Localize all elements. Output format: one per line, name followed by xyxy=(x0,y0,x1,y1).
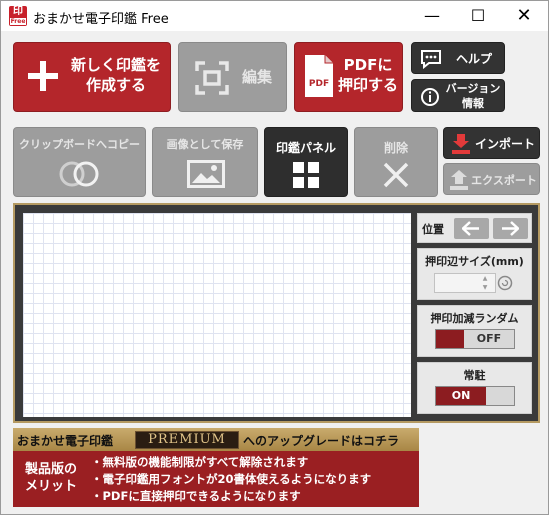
pdf-stamp-label: PDFに 押印する xyxy=(337,56,398,94)
resident-label: 常駐 xyxy=(463,369,486,382)
help-label: ヘルプ xyxy=(455,52,492,66)
import-label: インポート xyxy=(474,137,535,151)
size-label: 押印辺サイズ(mm) xyxy=(425,255,524,268)
x-delete-icon xyxy=(383,162,409,188)
save-as-image-button[interactable]: 画像として保存 xyxy=(152,127,258,197)
merit-list: ・無料版の機能制限がすべて解除されます ・電子印鑑用フォントが20書体使えるよう… xyxy=(91,454,371,505)
move-right-button[interactable] xyxy=(493,218,528,239)
edit-label: 編集 xyxy=(241,68,272,86)
version-info-label: バージョン 情報 xyxy=(445,82,501,110)
import-arrow-icon xyxy=(452,134,470,154)
stamp-panel-button[interactable]: 印鑑パネル xyxy=(264,127,348,197)
random-panel: 押印加減ランダム OFF xyxy=(417,305,532,357)
edit-button[interactable]: 編集 xyxy=(178,42,287,112)
delete-button[interactable]: 削除 xyxy=(354,127,438,197)
export-arrow-icon xyxy=(450,170,468,190)
save-as-image-label: 画像として保存 xyxy=(166,138,244,151)
position-label: 位置 xyxy=(422,223,444,236)
stamp-panel-label: 印鑑パネル xyxy=(275,141,336,155)
stamp-canvas-frame: 位置 押印辺サイズ(mm) ▲ ▼ 押印加減ランダム OFF 常駐 ON xyxy=(13,203,540,423)
size-spinner[interactable]: ▲ ▼ xyxy=(478,274,492,292)
position-panel: 位置 xyxy=(417,213,532,243)
grid-panel-icon xyxy=(293,162,319,188)
upgrade-banner[interactable]: おまかせ電子印鑑 PREMIUM へのアップグレードはコチラ xyxy=(13,428,419,451)
help-button[interactable]: ヘルプ xyxy=(411,42,505,74)
export-label: エクスポート xyxy=(471,174,537,187)
app-icon-char: 印 xyxy=(13,6,23,17)
minimize-button[interactable]: — xyxy=(409,1,455,31)
copy-circles-icon xyxy=(59,161,99,187)
resident-toggle[interactable]: ON xyxy=(435,386,515,406)
merit-item: ・電子印鑑用フォントが20書体使えるようになります xyxy=(91,472,372,486)
random-toggle-knob xyxy=(436,330,464,348)
app-window: 印 Free おまかせ電子印鑑 Free — ☐ ✕ 新しく印鑑を 作成する 編… xyxy=(0,0,549,515)
merit-item: ・無料版の機能制限がすべて解除されます xyxy=(91,455,309,469)
copy-clipboard-label: クリップボードへコピー xyxy=(19,138,140,151)
reset-icon[interactable] xyxy=(497,275,513,291)
window-title: おまかせ電子印鑑 Free xyxy=(33,12,169,27)
create-stamp-button[interactable]: 新しく印鑑を 作成する xyxy=(13,42,171,112)
resident-toggle-state: ON xyxy=(436,387,486,405)
delete-label: 削除 xyxy=(383,141,408,155)
merit-item: ・PDFに直接押印できるようになります xyxy=(91,489,301,503)
chat-bubble-icon xyxy=(421,50,441,69)
export-button[interactable]: エクスポート xyxy=(443,163,540,195)
plus-icon xyxy=(28,61,58,91)
info-icon xyxy=(421,88,439,106)
arrow-left-icon xyxy=(462,221,479,236)
premium-badge: PREMIUM xyxy=(135,431,239,449)
arrow-right-icon xyxy=(502,221,519,236)
image-icon xyxy=(187,160,225,188)
title-bar: 印 Free おまかせ電子印鑑 Free — ☐ ✕ xyxy=(1,1,548,31)
maximize-button[interactable]: ☐ xyxy=(455,1,501,31)
pdf-file-icon: PDF xyxy=(305,55,333,97)
random-label: 押印加減ランダム xyxy=(430,312,519,325)
version-info-button[interactable]: バージョン 情報 xyxy=(411,79,505,112)
merit-box[interactable]: 製品版の メリット ・無料版の機能制限がすべて解除されます ・電子印鑑用フォント… xyxy=(13,451,419,507)
pdf-icon-text: PDF xyxy=(309,79,329,89)
app-stamp-icon: 印 Free xyxy=(9,6,27,26)
random-toggle-state: OFF xyxy=(476,332,502,345)
random-toggle[interactable]: OFF xyxy=(435,329,515,349)
stamp-canvas-grid[interactable] xyxy=(23,213,411,417)
pdf-stamp-button[interactable]: PDF PDFに 押印する xyxy=(294,42,403,112)
upgrade-suffix: へのアップグレードはコチラ xyxy=(243,434,400,448)
resident-panel: 常駐 ON xyxy=(417,362,532,414)
create-stamp-label: 新しく印鑑を 作成する xyxy=(70,56,161,94)
merit-title: 製品版の メリット xyxy=(25,462,78,494)
size-panel: 押印辺サイズ(mm) ▲ ▼ xyxy=(417,248,532,300)
upgrade-prefix: おまかせ電子印鑑 xyxy=(17,434,114,448)
copy-clipboard-button[interactable]: クリップボードへコピー xyxy=(13,127,146,197)
app-icon-sub: Free xyxy=(10,18,26,25)
move-left-button[interactable] xyxy=(454,218,489,239)
import-button[interactable]: インポート xyxy=(443,127,540,159)
frame-focus-icon xyxy=(195,61,229,95)
close-button[interactable]: ✕ xyxy=(501,1,547,31)
